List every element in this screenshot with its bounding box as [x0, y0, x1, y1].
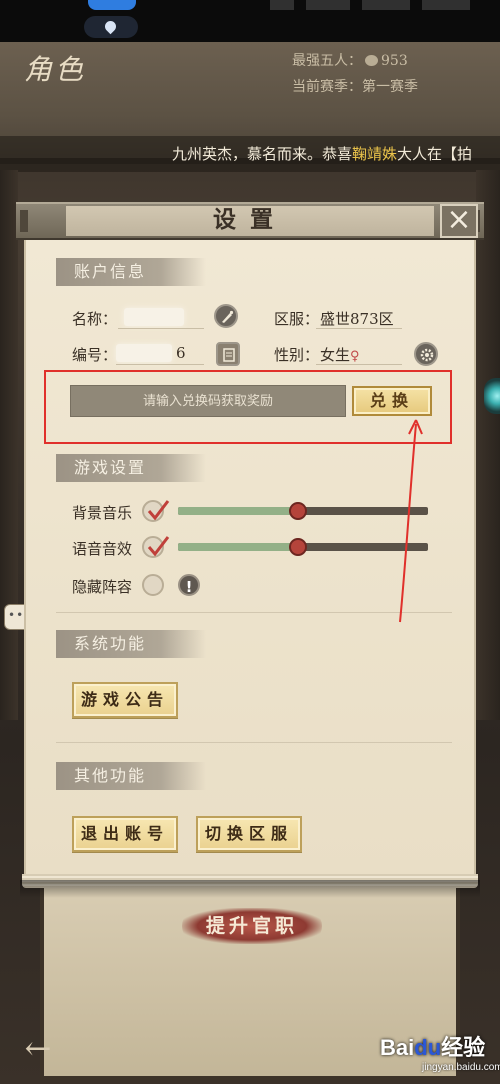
- baidu-watermark: Baidu经验 jingyan.baidu.com: [380, 1030, 500, 1080]
- voice-checkbox[interactable]: [142, 536, 170, 558]
- baidu-logo: Baidu经验: [380, 1030, 485, 1062]
- bg-music-checkbox[interactable]: [142, 500, 170, 522]
- name-label: 名称：: [72, 310, 118, 328]
- game-settings-section-label: 游戏设置: [56, 454, 206, 482]
- id-value-blurred: [116, 344, 172, 362]
- marquee-player-name: 鞠靖姝: [352, 145, 398, 163]
- divider: [56, 742, 452, 743]
- location-pill: [84, 16, 138, 38]
- baidu-url: jingyan.baidu.com: [422, 1062, 500, 1073]
- location-icon: [102, 18, 119, 35]
- copy-id-icon[interactable]: [216, 342, 240, 366]
- bg-music-slider-fill: [178, 507, 298, 515]
- divider: [56, 612, 452, 613]
- name-underline: [118, 328, 204, 329]
- account-section-label: 账户信息: [56, 258, 206, 286]
- gender-label: 性别：: [274, 346, 320, 364]
- id-underline: [116, 364, 204, 365]
- baidu-logo-a: Bai: [380, 1035, 415, 1060]
- status-bar: [0, 0, 500, 42]
- bg-music-slider[interactable]: [178, 502, 428, 520]
- gender-value: 女生: [320, 346, 351, 364]
- close-button[interactable]: ×: [440, 204, 478, 238]
- logout-button[interactable]: 退出账号: [72, 816, 178, 852]
- name-value-blurred: [124, 308, 184, 326]
- gender-underline: [316, 364, 402, 365]
- right-pillar: [476, 170, 500, 720]
- top-five-power: 最强五人： 953: [292, 50, 408, 70]
- marquee-suffix: 大人在【拍: [397, 145, 473, 163]
- voice-slider-fill: [178, 543, 298, 551]
- edit-name-brush-icon[interactable]: [214, 304, 238, 328]
- voice-slider[interactable]: [178, 538, 428, 556]
- marquee-text: 九州英杰，慕名而来。恭喜鞠靖姝大人在【拍: [172, 143, 472, 164]
- status-indicator: [88, 0, 136, 10]
- annotation-highlight-box: [44, 370, 452, 444]
- id-value: 6: [176, 344, 186, 362]
- server-value: 盛世873区: [320, 310, 394, 328]
- marquee-prefix: 九州英杰，慕名而来。恭喜: [172, 145, 353, 163]
- dialog-shadow: [20, 880, 480, 898]
- switch-server-button[interactable]: 切换区服: [196, 816, 302, 852]
- baidu-logo-b: du: [414, 1035, 442, 1060]
- power-icon: [365, 55, 378, 66]
- system-section-label: 系统功能: [56, 630, 206, 658]
- left-pillar: [0, 170, 18, 720]
- side-orb-button[interactable]: [484, 378, 500, 414]
- season-value: 第一赛季: [362, 79, 418, 95]
- page-title: 角色: [24, 53, 87, 86]
- back-arrow-icon[interactable]: ←: [18, 1028, 58, 1068]
- hide-lineup-label: 隐藏阵容: [72, 578, 133, 596]
- baidu-logo-c: 经验: [441, 1035, 486, 1060]
- hide-lineup-checkbox[interactable]: [142, 574, 164, 596]
- bg-music-label: 背景音乐: [72, 504, 133, 522]
- other-section-label: 其他功能: [56, 762, 206, 790]
- server-underline: [316, 328, 402, 329]
- server-label: 区服：: [274, 310, 320, 328]
- season-label: 当前赛季：: [292, 79, 362, 95]
- status-icons: [270, 0, 470, 10]
- gender-settings-gear-icon[interactable]: [414, 342, 438, 366]
- female-icon: ♀: [350, 349, 360, 364]
- bg-music-slider-knob[interactable]: [289, 502, 307, 520]
- announcement-button[interactable]: 游戏公告: [72, 682, 178, 718]
- gender-value-wrap: 女生♀: [320, 344, 360, 365]
- top-five-value: 953: [381, 53, 408, 69]
- info-icon[interactable]: !: [178, 574, 200, 596]
- top-five-label: 最强五人：: [292, 53, 362, 69]
- id-label: 编号：: [72, 346, 118, 364]
- dialog-title: 设置: [213, 206, 287, 233]
- current-season: 当前赛季：第一赛季: [292, 76, 418, 96]
- voice-slider-knob[interactable]: [289, 538, 307, 556]
- voice-label: 语音音效: [72, 540, 133, 558]
- promote-rank-button[interactable]: 提升官职: [182, 908, 322, 944]
